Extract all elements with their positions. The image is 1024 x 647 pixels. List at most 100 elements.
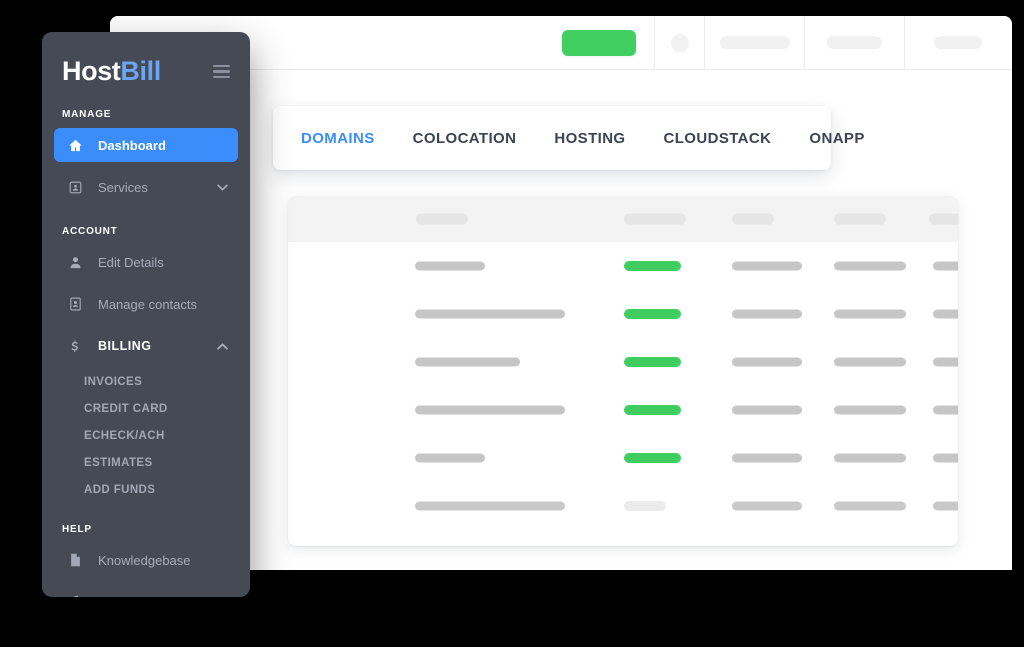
topbar-nav-item-1[interactable] [705,16,805,69]
sidebar-section-label-manage: MANAGE [62,109,112,120]
tab-cloudstack[interactable]: CLOUDSTACK [664,130,772,147]
hamburger-icon[interactable] [213,61,230,83]
brand-logo-part2: Bill [120,56,161,86]
sidebar-item-dashboard[interactable]: Dashboard [54,128,238,162]
brand-logo-part1: Host [62,56,121,86]
table-cell-placeholder [732,261,802,271]
nav-pill-placeholder-1 [719,36,790,49]
tabs-bar: DOMAINS COLOCATION HOSTING CLOUDSTACK ONAPP [273,106,864,170]
sidebar-subitem-echeck-ach[interactable]: ECHECK/ACH [42,423,250,450]
table-cell-placeholder [834,261,906,271]
chevron-up-icon[interactable] [216,340,228,352]
sidebar-item-label: Knowledgebase [98,552,191,568]
sidebar-subitem-invoices[interactable]: INVOICES [42,369,250,396]
table-cell-placeholder [834,357,906,367]
table-cell-placeholder [732,309,802,319]
status-badge [624,309,681,319]
sidebar-item-label: Dashboard [98,137,166,153]
tab-colocation[interactable]: COLOCATION [413,130,517,147]
table-cell-placeholder [415,405,565,415]
table-cell-placeholder [732,405,802,415]
table-cell-placeholder [732,453,802,463]
primary-action-button[interactable] [562,29,636,56]
table-cell-placeholder [834,453,906,463]
sidebar-item-label: BILLING [98,339,152,353]
table-cell-placeholder [415,261,485,271]
contact-card-icon [64,295,86,313]
nav-pill-placeholder-3 [933,36,982,49]
table-column-header-placeholder [929,213,958,225]
status-badge [624,453,681,463]
hamburger-line [213,64,230,68]
topbar-nav-item-3[interactable] [905,16,1010,69]
table-body [288,242,958,530]
status-badge [624,405,681,415]
sidebar-section-label-account: ACCOUNT [62,226,118,237]
menu-circle-placeholder [670,33,689,52]
sidebar-item-knowledgebase[interactable]: Knowledgebase [54,543,238,577]
tickets-icon [64,593,86,597]
sidebar-subitem-add-funds[interactable]: ADD FUNDS [42,477,250,504]
tab-domains[interactable]: DOMAINS [301,130,375,147]
table-row[interactable] [288,434,958,482]
sidebar: HostBill MANAGE Dashboard Services ACCOUNT E… [42,32,250,597]
user-icon [64,253,86,271]
table-cell-placeholder [415,357,520,367]
table-row[interactable] [288,482,958,530]
table-cell-placeholder [933,261,958,271]
table-cell-placeholder [933,501,958,511]
sidebar-item-label: Support Tickets [98,595,228,598]
status-badge [624,261,681,271]
table-cell-placeholder [415,501,565,511]
sidebar-item-services[interactable]: Services [54,170,238,204]
table-row[interactable] [288,242,958,290]
table-cell-placeholder [834,309,906,319]
sidebar-navigation: MANAGE Dashboard Services ACCOUNT Edit Detai… [42,109,250,597]
table-cell-placeholder [415,309,565,319]
sidebar-brand-row: HostBill [42,32,250,85]
sidebar-item-billing[interactable]: BILLING [54,329,238,363]
nav-pill-placeholder-2 [827,36,882,49]
table-cell-placeholder [732,357,802,367]
sidebar-section-label-help: HELP [62,524,92,535]
document-icon [64,551,86,569]
sidebar-subitem-credit-card[interactable]: CREDIT CARD [42,396,250,423]
table-cell-placeholder [415,453,485,463]
status-badge [624,357,681,367]
home-icon [64,136,86,154]
dollar-icon [64,337,86,355]
table-row[interactable] [288,386,958,434]
table-row[interactable] [288,290,958,338]
status-badge [624,501,666,511]
tab-hosting[interactable]: HOSTING [554,130,625,147]
sidebar-submenu-billing: INVOICES CREDIT CARD ECHECK/ACH ESTIMATES AD… [42,369,250,504]
table-cell-placeholder [933,453,958,463]
table-header-row [288,196,958,242]
sidebar-item-edit-details[interactable]: Edit Details [54,245,238,279]
hamburger-line [213,75,230,79]
sidebar-item-label: Manage contacts [98,296,198,312]
sidebar-item-manage-contacts[interactable]: Manage contacts [54,287,238,321]
sidebar-subitem-estimates[interactable]: ESTIMATES [42,450,250,477]
chevron-down-icon[interactable] [216,181,228,193]
brand-logo[interactable]: HostBill [62,58,161,85]
sidebar-item-label: Services [98,179,148,195]
tab-onapp[interactable]: ONAPP [809,130,864,147]
topbar-nav-item-2[interactable] [805,16,905,69]
table-cell-placeholder [933,405,958,415]
data-table-card [288,196,958,546]
table-row[interactable] [288,338,958,386]
screenshot-root: DOMAINS COLOCATION HOSTING CLOUDSTACK ONAPP … [0,0,1024,647]
table-cell-placeholder [834,405,906,415]
table-cell-placeholder [933,357,958,367]
sidebar-item-label: Edit Details [98,254,164,270]
table-cell-placeholder [933,309,958,319]
table-column-header-placeholder [834,213,886,225]
services-icon [64,178,86,196]
sidebar-item-support-tickets[interactable]: Support Tickets [54,585,238,597]
table-column-header-placeholder [732,213,774,225]
table-cell-placeholder [732,501,802,511]
hamburger-line [213,70,230,73]
table-cell-placeholder [834,501,906,511]
topbar-circle-segment[interactable] [655,16,705,69]
